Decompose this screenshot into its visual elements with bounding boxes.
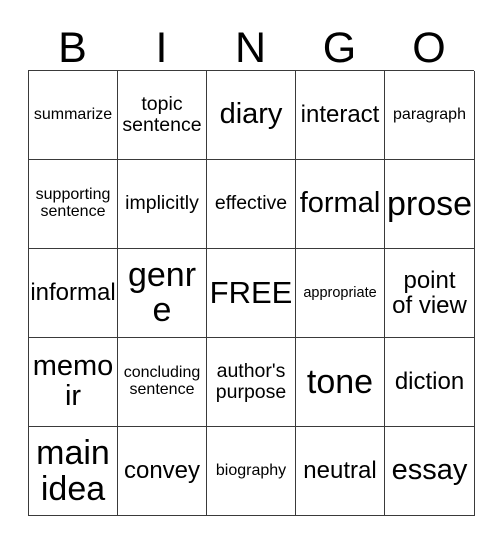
bingo-cell-label: implicitly xyxy=(125,192,199,215)
bingo-row: supporting sentence implicitly effective… xyxy=(29,160,475,249)
bingo-cell[interactable]: effective xyxy=(207,160,296,249)
bingo-cell[interactable]: point of view xyxy=(385,249,475,338)
bingo-cell[interactable]: prose xyxy=(385,160,475,249)
bingo-cell[interactable]: concluding sentence xyxy=(118,338,207,427)
bingo-cell[interactable]: formal xyxy=(296,160,385,249)
bingo-cell-label: supporting sentence xyxy=(35,186,111,220)
bingo-cell-label: main idea xyxy=(36,433,110,508)
bingo-cell-label: informal xyxy=(30,278,116,306)
bingo-cell-label: neutral xyxy=(303,456,377,484)
bingo-cell[interactable]: informal xyxy=(29,249,118,338)
bingo-row: summarize topic sentence diary interact … xyxy=(29,71,475,160)
bingo-cell-label: concluding sentence xyxy=(123,364,201,398)
bingo-free-space-label: FREE xyxy=(209,275,293,311)
bingo-cell-label: biography xyxy=(215,461,287,479)
bingo-cell[interactable]: topic sentence xyxy=(118,71,207,160)
bingo-cell-label: effective xyxy=(214,192,288,215)
bingo-cell[interactable]: biography xyxy=(207,427,296,516)
bingo-header-letter-o: O xyxy=(412,24,446,72)
bingo-row: informal genre FREE appropriate point of… xyxy=(29,249,475,338)
bingo-cell[interactable]: memoir xyxy=(29,338,118,427)
bingo-cell[interactable]: main idea xyxy=(29,427,118,516)
bingo-cell[interactable]: neutral xyxy=(296,427,385,516)
bingo-cell[interactable]: implicitly xyxy=(118,160,207,249)
bingo-cell-label: genre xyxy=(127,256,197,329)
bingo-cell-label: diction xyxy=(394,367,465,395)
bingo-cell[interactable]: supporting sentence xyxy=(29,160,118,249)
bingo-header-letter-i: I xyxy=(155,24,168,72)
bingo-cell-label: topic sentence xyxy=(122,93,202,136)
bingo-cell-label: memoir xyxy=(32,350,114,412)
bingo-cell[interactable]: summarize xyxy=(29,71,118,160)
bingo-cell-label: diary xyxy=(219,98,283,131)
bingo-row: main idea convey biography neutral essay xyxy=(29,427,475,516)
bingo-cell-label: prose xyxy=(386,184,473,223)
bingo-cell[interactable]: appropriate xyxy=(296,249,385,338)
bingo-cell[interactable]: essay xyxy=(385,427,475,516)
bingo-cell[interactable]: diction xyxy=(385,338,475,427)
bingo-cell-label: formal xyxy=(299,187,381,220)
bingo-row: memoir concluding sentence author's purp… xyxy=(29,338,475,427)
bingo-cell-free-space[interactable]: FREE xyxy=(207,249,296,338)
bingo-cell[interactable]: interact xyxy=(296,71,385,160)
bingo-cell-label: point of view xyxy=(392,266,467,319)
bingo-card: B I N G O summarize topic sentence diary… xyxy=(0,0,500,544)
bingo-cell-label: paragraph xyxy=(393,105,466,123)
bingo-cell-label: tone xyxy=(306,362,374,401)
bingo-grid: summarize topic sentence diary interact … xyxy=(28,70,475,516)
bingo-cell-label: interact xyxy=(300,100,380,128)
bingo-cell[interactable]: convey xyxy=(118,427,207,516)
bingo-cell[interactable]: genre xyxy=(118,249,207,338)
bingo-header-letter-g: G xyxy=(322,24,357,72)
bingo-cell-label: convey xyxy=(123,456,201,484)
bingo-cell[interactable]: diary xyxy=(207,71,296,160)
bingo-header-row: B I N G O xyxy=(28,18,473,70)
bingo-cell[interactable]: paragraph xyxy=(385,71,475,160)
bingo-header-letter-b: B xyxy=(58,24,87,72)
bingo-cell-label: appropriate xyxy=(303,284,377,301)
bingo-cell-label: essay xyxy=(391,454,468,487)
bingo-cell-label: author's purpose xyxy=(215,360,287,403)
bingo-cell[interactable]: author's purpose xyxy=(207,338,296,427)
bingo-cell-label: summarize xyxy=(33,105,113,123)
bingo-header-letter-n: N xyxy=(234,24,267,72)
bingo-cell[interactable]: tone xyxy=(296,338,385,427)
